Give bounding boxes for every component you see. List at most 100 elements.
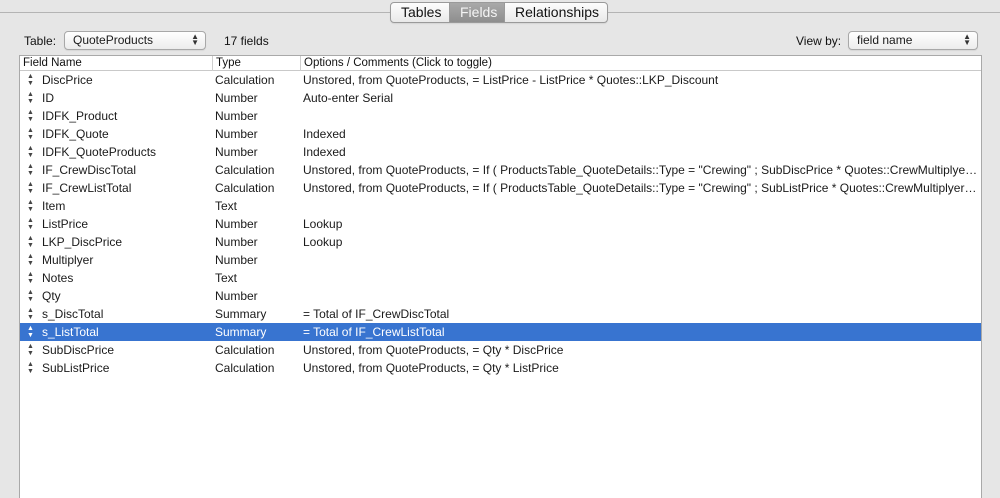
field-options: Unstored, from QuoteProducts, = If ( Pro…: [303, 163, 978, 177]
field-type: Number: [215, 217, 258, 231]
field-type: Number: [215, 109, 258, 123]
field-type: Summary: [215, 307, 267, 321]
field-type: Calculation: [215, 181, 275, 195]
field-row[interactable]: ▲ ▼ ListPrice Number Lookup: [20, 215, 981, 233]
field-type: Calculation: [215, 163, 275, 177]
field-options: Auto-enter Serial: [303, 91, 394, 105]
field-options: Unstored, from QuoteProducts, = Qty * Di…: [303, 343, 564, 357]
field-type: Number: [215, 91, 258, 105]
field-type: Number: [215, 289, 258, 303]
field-name: s_ListTotal: [42, 325, 99, 339]
field-row[interactable]: ▲ ▼ s_ListTotal Summary = Total of IF_CrewLi…: [20, 323, 981, 341]
field-name: Qty: [42, 289, 61, 303]
field-row[interactable]: ▲ ▼ Multiplyer Number: [20, 251, 981, 269]
popup-arrows-icon: ▲ ▼: [191, 32, 199, 47]
column-header-options[interactable]: Options / Comments (Click to toggle): [301, 56, 981, 71]
drag-handle-icon[interactable]: ▲ ▼: [27, 305, 35, 323]
field-name: IDFK_Product: [42, 109, 118, 123]
field-count: 17 fields: [224, 34, 269, 48]
drag-handle-icon[interactable]: ▲ ▼: [27, 233, 35, 251]
field-options: Unstored, from QuoteProducts, = Qty * Li…: [303, 361, 559, 375]
field-name: s_DiscTotal: [42, 307, 104, 321]
field-type: Calculation: [215, 73, 275, 87]
drag-handle-icon[interactable]: ▲ ▼: [27, 287, 35, 305]
table-select-value: QuoteProducts: [73, 33, 154, 47]
list-header: Field Name Type Options / Comments (Clic…: [20, 56, 981, 71]
field-name: SubDiscPrice: [42, 343, 115, 357]
field-name: IDFK_QuoteProducts: [42, 145, 157, 159]
field-options: Unstored, from QuoteProducts, = If ( Pro…: [303, 181, 978, 195]
field-name: DiscPrice: [42, 73, 93, 87]
tab-relationships[interactable]: Relationships: [505, 3, 607, 22]
field-type: Summary: [215, 325, 267, 339]
tab-fields[interactable]: Fields: [450, 3, 505, 22]
field-row[interactable]: ▲ ▼ IF_CrewDiscTotal Calculation Unstored, f…: [20, 161, 981, 179]
field-name: LKP_DiscPrice: [42, 235, 123, 249]
field-row[interactable]: ▲ ▼ IDFK_Product Number: [20, 107, 981, 125]
field-row[interactable]: ▲ ▼ Item Text: [20, 197, 981, 215]
field-type: Text: [215, 199, 238, 213]
column-header-field-name[interactable]: Field Name: [20, 56, 213, 71]
drag-handle-icon[interactable]: ▲ ▼: [27, 359, 35, 377]
field-row[interactable]: ▲ ▼ ID Number Auto-enter Serial: [20, 89, 981, 107]
drag-handle-icon[interactable]: ▲ ▼: [27, 161, 35, 179]
field-options: Indexed: [303, 145, 346, 159]
drag-handle-icon[interactable]: ▲ ▼: [27, 197, 35, 215]
manage-database-window: Tables Fields Relationships Table: Quote…: [0, 0, 1000, 498]
popup-arrows-icon: ▲ ▼: [963, 32, 971, 47]
tab-tables[interactable]: Tables: [391, 3, 450, 22]
column-header-type[interactable]: Type: [213, 56, 301, 71]
drag-handle-icon[interactable]: ▲ ▼: [27, 71, 35, 89]
drag-handle-icon[interactable]: ▲ ▼: [27, 89, 35, 107]
field-name: Multiplyer: [42, 253, 94, 267]
drag-handle-icon[interactable]: ▲ ▼: [27, 341, 35, 359]
field-options: Lookup: [303, 217, 343, 231]
drag-handle-icon[interactable]: ▲ ▼: [27, 323, 35, 341]
view-by-select-value: field name: [857, 33, 913, 47]
field-row[interactable]: ▲ ▼ IDFK_Quote Number Indexed: [20, 125, 981, 143]
field-name: ListPrice: [42, 217, 89, 231]
drag-handle-icon[interactable]: ▲ ▼: [27, 251, 35, 269]
field-row[interactable]: ▲ ▼ IF_CrewListTotal Calculation Unstored, f…: [20, 179, 981, 197]
drag-handle-icon[interactable]: ▲ ▼: [27, 269, 35, 287]
field-name: ID: [42, 91, 54, 105]
field-name: SubListPrice: [42, 361, 110, 375]
field-row[interactable]: ▲ ▼ DiscPrice Calculation Unstored, from Quo…: [20, 71, 981, 89]
field-row[interactable]: ▲ ▼ s_DiscTotal Summary = Total of IF_CrewDi…: [20, 305, 981, 323]
field-name: Item: [42, 199, 66, 213]
field-type: Number: [215, 127, 258, 141]
field-name: IF_CrewListTotal: [42, 181, 132, 195]
segmented-tab-control: Tables Fields Relationships: [390, 2, 608, 23]
field-type: Calculation: [215, 361, 275, 375]
field-row[interactable]: ▲ ▼ Notes Text: [20, 269, 981, 287]
field-row[interactable]: ▲ ▼ LKP_DiscPrice Number Lookup: [20, 233, 981, 251]
field-row[interactable]: ▲ ▼ SubListPrice Calculation Unstored, from …: [20, 359, 981, 377]
field-row[interactable]: ▲ ▼ Qty Number: [20, 287, 981, 305]
drag-handle-icon[interactable]: ▲ ▼: [27, 179, 35, 197]
field-options: Indexed: [303, 127, 346, 141]
field-options: = Total of IF_CrewDiscTotal: [303, 307, 450, 321]
tab-bar: Tables Fields Relationships: [0, 0, 1000, 30]
field-type: Number: [215, 145, 258, 159]
field-name: Notes: [42, 271, 74, 285]
field-name: IDFK_Quote: [42, 127, 109, 141]
table-select[interactable]: QuoteProducts ▲ ▼: [64, 31, 206, 50]
field-row[interactable]: ▲ ▼ IDFK_QuoteProducts Number Indexed: [20, 143, 981, 161]
field-options: = Total of IF_CrewListTotal: [303, 325, 445, 339]
field-options: Unstored, from QuoteProducts, = ListPric…: [303, 73, 719, 87]
field-type: Calculation: [215, 343, 275, 357]
view-by-select[interactable]: field name ▲ ▼: [848, 31, 978, 50]
field-name: IF_CrewDiscTotal: [42, 163, 137, 177]
field-type: Text: [215, 271, 238, 285]
drag-handle-icon[interactable]: ▲ ▼: [27, 125, 35, 143]
table-label: Table:: [24, 34, 57, 48]
field-row[interactable]: ▲ ▼ SubDiscPrice Calculation Unstored, from …: [20, 341, 981, 359]
field-options: Lookup: [303, 235, 343, 249]
drag-handle-icon[interactable]: ▲ ▼: [27, 143, 35, 161]
fields-list[interactable]: Field Name Type Options / Comments (Clic…: [19, 55, 982, 498]
field-type: Number: [215, 253, 258, 267]
drag-handle-icon[interactable]: ▲ ▼: [27, 107, 35, 125]
view-by-label: View by:: [796, 34, 842, 48]
field-rows: ▲ ▼ DiscPrice Calculation Unstored, from Quo…: [20, 71, 981, 377]
drag-handle-icon[interactable]: ▲ ▼: [27, 215, 35, 233]
